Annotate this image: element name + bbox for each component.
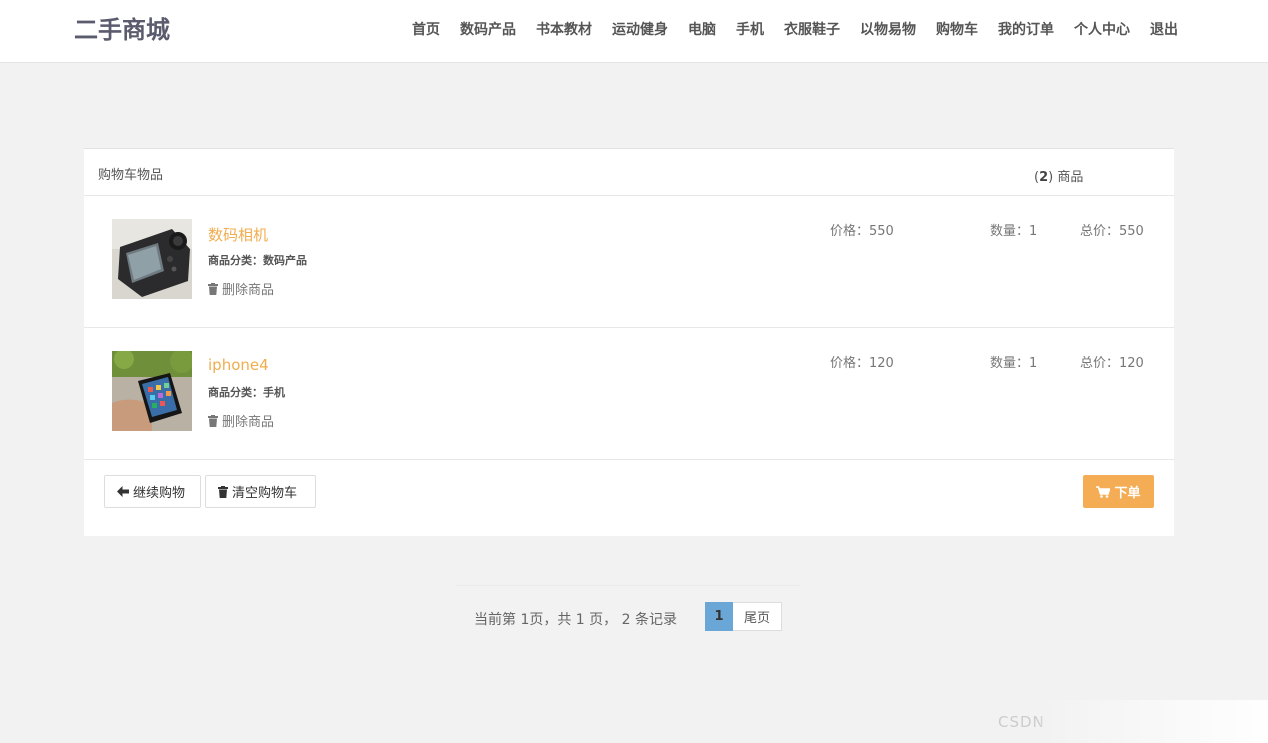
pagination-divider xyxy=(456,585,800,586)
item-price: 价格：550 xyxy=(830,224,894,239)
place-order-label: 下单 xyxy=(1114,486,1141,501)
nav-orders[interactable]: 我的订单 xyxy=(988,19,1064,39)
item-quantity: 数量：1 xyxy=(990,224,1038,239)
item-category: 商品分类：手机 xyxy=(208,386,285,399)
place-order-button[interactable]: 下单 xyxy=(1083,475,1154,508)
site-brand[interactable]: 二手商城 xyxy=(74,10,170,45)
item-price: 价格：120 xyxy=(830,356,894,371)
nav-computer[interactable]: 电脑 xyxy=(678,19,726,39)
cart-actions: 继续购物 清空购物车 下单 xyxy=(84,460,1174,536)
trash-icon xyxy=(218,485,228,498)
clear-cart-button[interactable]: 清空购物车 xyxy=(205,475,316,508)
top-navbar: 二手商城 首页 数码产品 书本教材 运动健身 电脑 手机 衣服鞋子 以物易物 购… xyxy=(0,0,1268,63)
cart-panel: 购物车物品 (2) 商品 数码相机 商品分类：数码产品 删除商品 价格：550 … xyxy=(84,148,1174,536)
pagination: 1 尾页 xyxy=(705,602,782,631)
item-total: 总价：120 xyxy=(1080,356,1144,371)
main-nav: 首页 数码产品 书本教材 运动健身 电脑 手机 衣服鞋子 以物易物 购物车 我的… xyxy=(402,19,1188,39)
nav-phone[interactable]: 手机 xyxy=(726,19,774,39)
nav-cart[interactable]: 购物车 xyxy=(926,19,988,39)
trash-icon xyxy=(208,282,218,295)
nav-barter[interactable]: 以物易物 xyxy=(850,19,926,39)
item-total: 总价：550 xyxy=(1080,224,1144,239)
cart-item: iphone4 商品分类：手机 删除商品 价格：120 数量：1 总价：120 xyxy=(84,328,1174,460)
item-name[interactable]: iphone4 xyxy=(208,356,269,374)
cart-panel-header: 购物车物品 (2) 商品 xyxy=(84,149,1174,196)
shopping-cart-icon xyxy=(1096,485,1111,498)
cart-count-suffix: 商品 xyxy=(1053,170,1084,185)
phone-product-image[interactable] xyxy=(112,351,192,431)
camera-product-image[interactable] xyxy=(112,219,192,299)
cart-item-count: (2) 商品 xyxy=(1034,170,1084,185)
nav-home[interactable]: 首页 xyxy=(402,19,450,39)
cart-item: 数码相机 商品分类：数码产品 删除商品 价格：550 数量：1 总价：550 xyxy=(84,196,1174,328)
continue-shopping-label: 继续购物 xyxy=(133,486,186,501)
item-name[interactable]: 数码相机 xyxy=(208,224,268,245)
cart-count-number: 2 xyxy=(1039,170,1049,185)
continue-shopping-button[interactable]: 继续购物 xyxy=(104,475,201,508)
item-category: 商品分类：数码产品 xyxy=(208,254,307,267)
nav-sports[interactable]: 运动健身 xyxy=(602,19,678,39)
clear-cart-label: 清空购物车 xyxy=(232,486,298,501)
nav-logout[interactable]: 退出 xyxy=(1140,19,1188,39)
pagination-summary: 当前第 1页，共 1 页， 2 条记录 xyxy=(474,612,677,628)
delete-item-button[interactable]: 删除商品 xyxy=(208,279,274,298)
cart-title: 购物车物品 xyxy=(98,168,164,183)
delete-item-button[interactable]: 删除商品 xyxy=(208,411,274,430)
watermark: CSDN xyxy=(998,713,1045,731)
nav-profile[interactable]: 个人中心 xyxy=(1064,19,1140,39)
nav-clothes[interactable]: 衣服鞋子 xyxy=(774,19,850,39)
arrow-left-icon xyxy=(117,486,129,497)
delete-item-label: 删除商品 xyxy=(222,283,275,298)
item-quantity: 数量：1 xyxy=(990,356,1038,371)
page-1-button[interactable]: 1 xyxy=(705,602,733,631)
nav-books[interactable]: 书本教材 xyxy=(526,19,602,39)
trash-icon xyxy=(208,414,218,427)
delete-item-label: 删除商品 xyxy=(222,415,275,430)
last-page-button[interactable]: 尾页 xyxy=(733,602,782,631)
nav-digital[interactable]: 数码产品 xyxy=(450,19,526,39)
watermark-fade xyxy=(1040,700,1268,743)
